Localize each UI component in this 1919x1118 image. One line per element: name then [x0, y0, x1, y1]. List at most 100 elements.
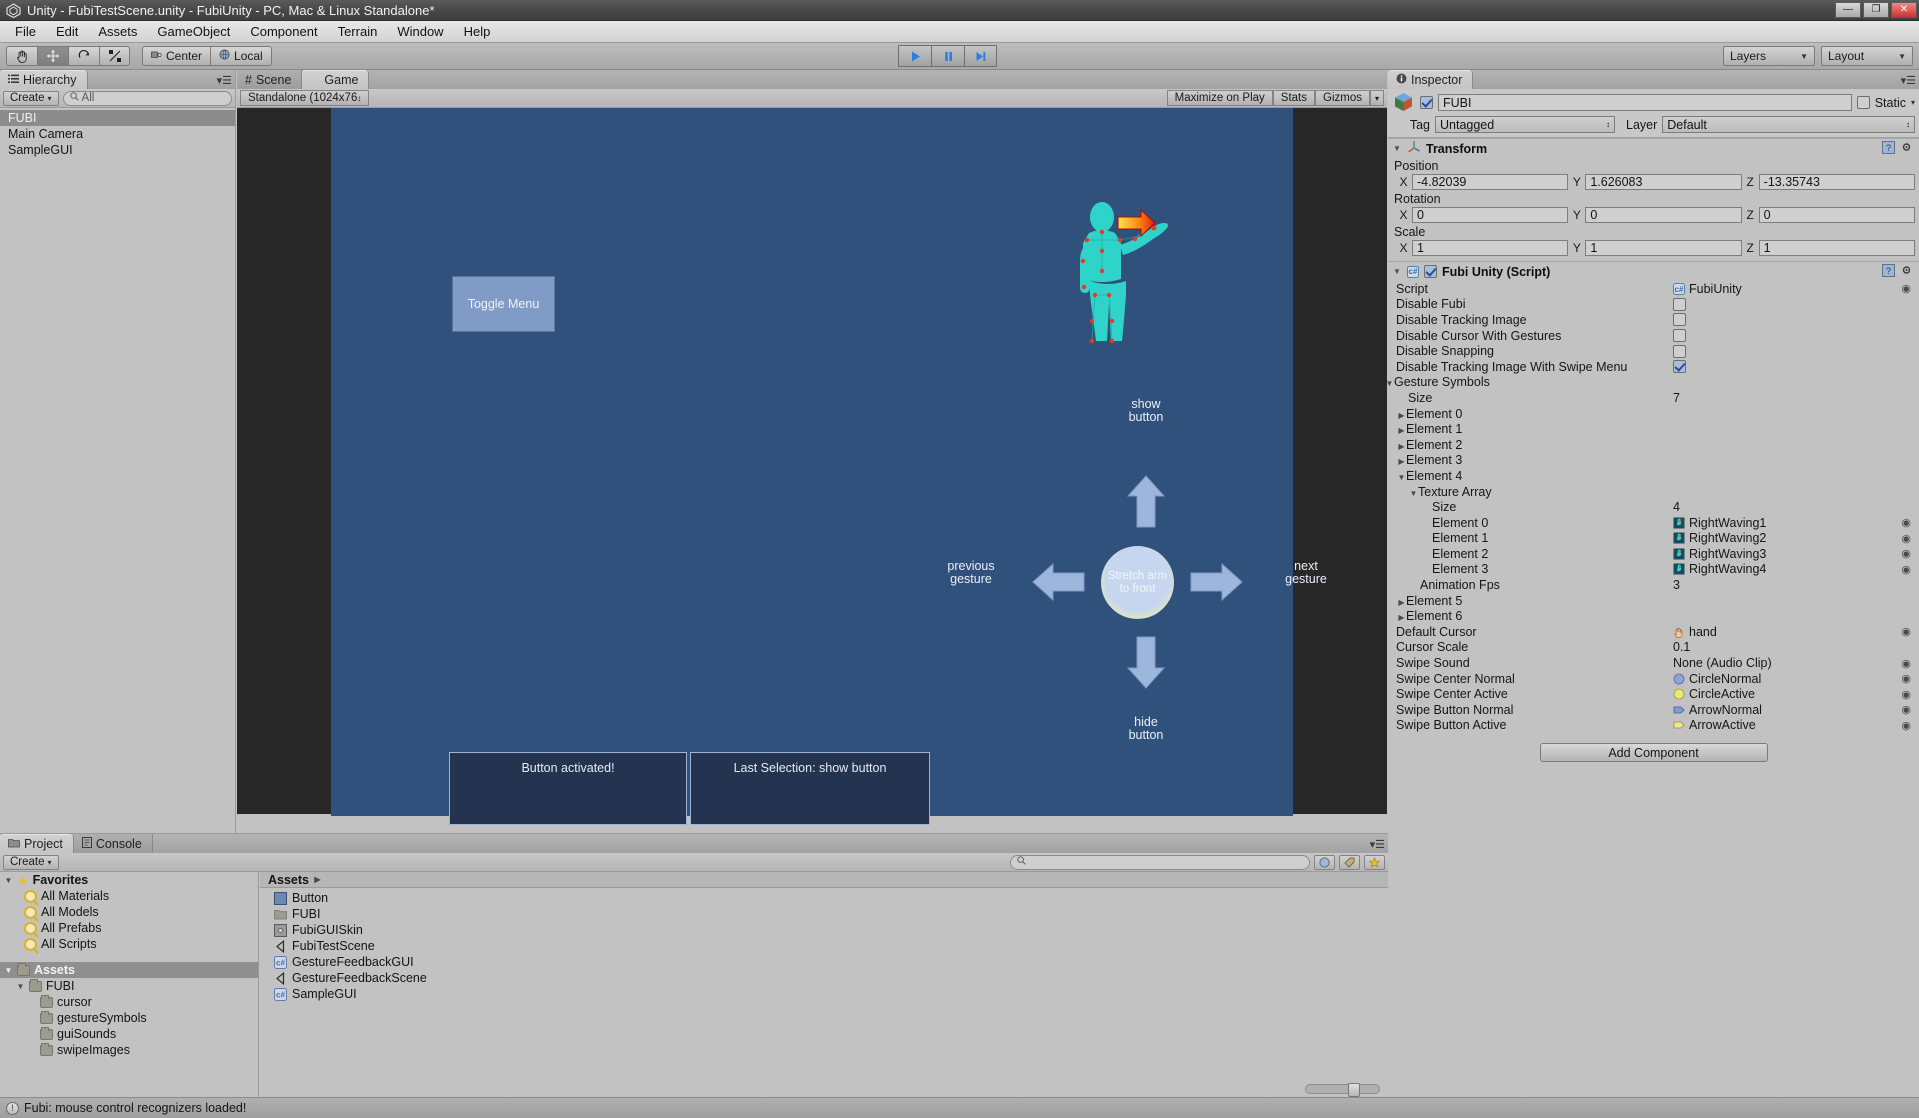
asset-item[interactable]: c#SampleGUI	[260, 986, 1388, 1002]
maximize-on-play-button[interactable]: Maximize on Play	[1167, 90, 1273, 106]
position-y-input[interactable]: 1.626083	[1585, 174, 1741, 190]
menu-edit[interactable]: Edit	[47, 22, 87, 41]
object-picker-icon[interactable]: ◉	[1901, 703, 1911, 716]
fubi-unity-component-header[interactable]: ▼ c# Fubi Unity (Script) ?	[1388, 261, 1919, 281]
object-picker-icon[interactable]: ◉	[1901, 547, 1911, 560]
property-value[interactable]	[1673, 345, 1686, 358]
asset-item[interactable]: GestureFeedbackScene	[260, 970, 1388, 986]
tab-scene[interactable]: # Scene	[237, 70, 302, 89]
property-checkbox[interactable]	[1673, 313, 1686, 326]
swipe-arrow-down[interactable]	[1126, 635, 1166, 690]
favorite-all-materials[interactable]: All Materials	[0, 888, 258, 904]
assets-tree-guisounds[interactable]: guiSounds	[0, 1026, 258, 1042]
scale-tool-icon[interactable]	[99, 46, 130, 66]
position-x-input[interactable]: -4.82039	[1412, 174, 1568, 190]
layout-dropdown[interactable]: Layout ▼	[1821, 46, 1913, 66]
chevron-down-icon[interactable]: ▼	[1409, 489, 1418, 498]
scale-x-input[interactable]: 1	[1412, 240, 1568, 256]
scale-z-input[interactable]: 1	[1759, 240, 1915, 256]
property-value[interactable]: RightWaving1	[1673, 516, 1766, 530]
rotate-tool-icon[interactable]	[68, 46, 99, 66]
minimize-button[interactable]: —	[1835, 2, 1861, 18]
maximize-button[interactable]: ❐	[1863, 2, 1889, 18]
chevron-down-icon[interactable]: ▾	[1911, 98, 1915, 107]
property-checkbox[interactable]	[1673, 360, 1686, 373]
chevron-right-icon[interactable]: ▶	[1397, 442, 1406, 451]
filter-by-type-icon[interactable]	[1314, 855, 1335, 870]
play-button[interactable]	[898, 45, 931, 67]
save-search-icon[interactable]	[1364, 855, 1385, 870]
chevron-right-icon[interactable]: ▶	[1397, 457, 1406, 466]
property-value[interactable]: RightWaving2	[1673, 531, 1766, 545]
swipe-arrow-left[interactable]	[1031, 562, 1086, 602]
property-value[interactable]: 3	[1673, 578, 1680, 592]
chevron-right-icon[interactable]: ▶	[1397, 426, 1406, 435]
hierarchy-item-main-camera[interactable]: Main Camera	[0, 126, 235, 142]
chevron-right-icon[interactable]: ▶	[1397, 613, 1406, 622]
menu-help[interactable]: Help	[455, 22, 500, 41]
property-value[interactable]: 0.1	[1673, 640, 1690, 654]
swipe-arrow-up[interactable]	[1126, 474, 1166, 529]
favorite-all-prefabs[interactable]: All Prefabs	[0, 920, 258, 936]
status-bar[interactable]: ! Fubi: mouse control recognizers loaded…	[0, 1097, 1919, 1118]
static-checkbox[interactable]	[1857, 96, 1870, 109]
favorite-all-scripts[interactable]: All Scripts	[0, 936, 258, 952]
chevron-down-icon[interactable]: ▼	[1392, 144, 1402, 153]
property-checkbox[interactable]	[1673, 329, 1686, 342]
property-value[interactable]: hand	[1673, 625, 1717, 639]
hierarchy-item-fubi[interactable]: FUBI	[0, 110, 235, 126]
pivot-mode-button[interactable]: Center	[142, 46, 210, 66]
toggle-menu-button[interactable]: Toggle Menu	[452, 276, 555, 332]
add-component-button[interactable]: Add Component	[1540, 743, 1768, 762]
menu-assets[interactable]: Assets	[89, 22, 146, 41]
pause-button[interactable]	[931, 45, 964, 67]
menu-component[interactable]: Component	[241, 22, 326, 41]
chevron-right-icon[interactable]: ▶	[1397, 411, 1406, 420]
chevron-down-icon[interactable]: ▼	[1397, 473, 1406, 482]
hierarchy-panel-menu-icon[interactable]: ▾☰	[217, 74, 232, 87]
assets-tree-gesturesymbols[interactable]: gestureSymbols	[0, 1010, 258, 1026]
object-picker-icon[interactable]: ◉	[1901, 516, 1911, 529]
hierarchy-create-button[interactable]: Create ▾	[3, 91, 59, 106]
swipe-arrow-right[interactable]	[1189, 562, 1244, 602]
chevron-down-icon[interactable]: ▼	[4, 966, 13, 975]
chevron-right-icon[interactable]: ▶	[1397, 598, 1406, 607]
object-picker-icon[interactable]: ◉	[1901, 657, 1911, 670]
step-button[interactable]	[964, 45, 997, 67]
menu-file[interactable]: File	[6, 22, 45, 41]
menu-gameobject[interactable]: GameObject	[148, 22, 239, 41]
property-value[interactable]: ArrowNormal	[1673, 703, 1762, 717]
object-picker-icon[interactable]: ◉	[1901, 625, 1911, 638]
property-value[interactable]: RightWaving3	[1673, 547, 1766, 561]
hierarchy-search-input[interactable]: All	[63, 91, 232, 106]
asset-item[interactable]: FubiGUISkin	[260, 922, 1388, 938]
object-picker-icon[interactable]: ◉	[1901, 672, 1911, 685]
layers-dropdown[interactable]: Layers ▼	[1723, 46, 1815, 66]
assets-tree-fubi[interactable]: ▼ FUBI	[0, 978, 258, 994]
object-picker-icon[interactable]: ◉	[1901, 719, 1911, 732]
rotation-x-input[interactable]: 0	[1412, 207, 1568, 223]
chevron-right-icon[interactable]: ▶	[313, 875, 322, 884]
object-picker-icon[interactable]: ◉	[1901, 563, 1911, 576]
menu-window[interactable]: Window	[388, 22, 452, 41]
menu-terrain[interactable]: Terrain	[329, 22, 387, 41]
inspector-panel-menu-icon[interactable]: ▾☰	[1901, 74, 1916, 87]
transform-component-header[interactable]: ▼ Transform ?	[1388, 138, 1919, 158]
property-value[interactable]: CircleActive	[1673, 687, 1755, 701]
layer-dropdown[interactable]: Default ↕	[1662, 116, 1915, 133]
assets-tree-cursor[interactable]: cursor	[0, 994, 258, 1010]
favorite-all-models[interactable]: All Models	[0, 904, 258, 920]
property-value[interactable]	[1673, 313, 1686, 326]
zoom-slider[interactable]	[1305, 1084, 1380, 1094]
game-render-area[interactable]: Toggle Menu show button previous gesture	[331, 108, 1293, 816]
stats-button[interactable]: Stats	[1273, 90, 1315, 106]
tag-dropdown[interactable]: Untagged ↕	[1435, 116, 1615, 133]
hierarchy-item-samplegui[interactable]: SampleGUI	[0, 142, 235, 158]
gear-icon[interactable]	[1900, 264, 1913, 280]
gizmos-button[interactable]: Gizmos	[1315, 90, 1370, 106]
project-search-input[interactable]	[1010, 855, 1310, 870]
property-checkbox[interactable]	[1673, 345, 1686, 358]
assets-tree-swipeimages[interactable]: swipeImages	[0, 1042, 258, 1058]
property-value[interactable]	[1673, 360, 1686, 373]
position-z-input[interactable]: -13.35743	[1759, 174, 1915, 190]
